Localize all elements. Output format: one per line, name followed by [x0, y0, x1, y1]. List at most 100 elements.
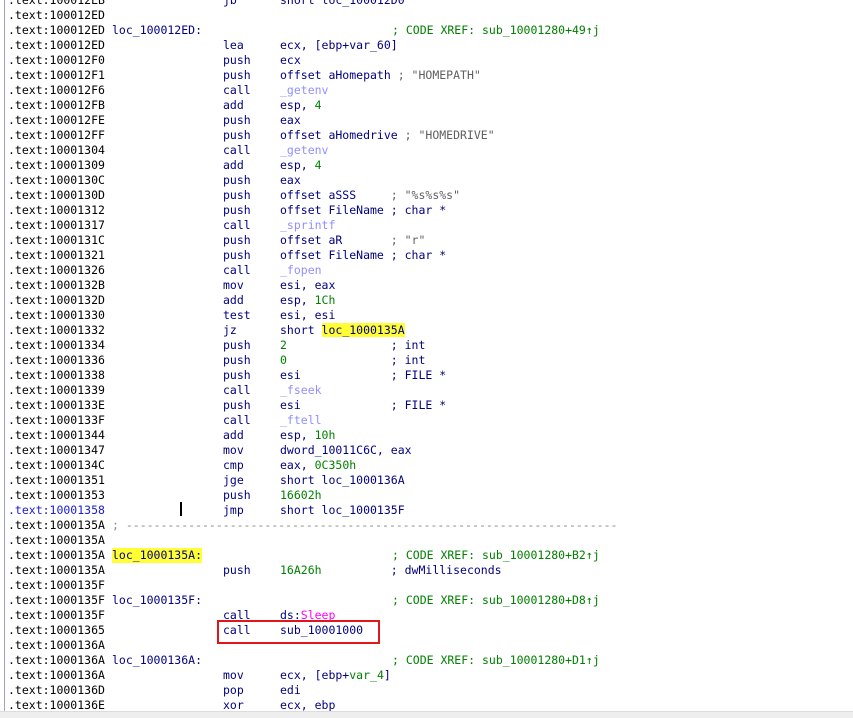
- listing-row[interactable]: .text:1000136A loc_1000136A: ; CODE XREF: …: [0, 653, 853, 668]
- listing-row[interactable]: .text:10001332 jz short loc_1000135A: [0, 323, 853, 338]
- operand-part: short loc_100012D0: [280, 0, 405, 7]
- operand-part: ; dwMilliseconds: [390, 563, 502, 577]
- import-ref[interactable]: _getenv: [280, 143, 328, 157]
- address: .text:1000136A: [8, 638, 105, 652]
- listing-row[interactable]: .text:10001336 push 0 ; int: [0, 353, 853, 368]
- listing-row[interactable]: .text:10001304 call _getenv: [0, 143, 853, 158]
- listing-row[interactable]: .text:1000135A ; ------------------------…: [0, 518, 853, 533]
- listing-row[interactable]: .text:1000133F call _ftell: [0, 413, 853, 428]
- listing-row[interactable]: .text:1000133E push esi ; FILE *: [0, 398, 853, 413]
- listing-row[interactable]: .text:10001353 push 16602h: [0, 488, 853, 503]
- address: .text:100012FB: [8, 98, 105, 112]
- address: .text:1000132B: [8, 278, 105, 292]
- listing-row[interactable]: .text:1000131C push offset aR ; "r": [0, 233, 853, 248]
- listing-row[interactable]: .text:100012ED loc_100012ED: ; CODE XREF: …: [0, 23, 853, 38]
- listing-row[interactable]: .text:10001334 push 2 ; int: [0, 338, 853, 353]
- address: .text:10001351: [8, 473, 105, 487]
- listing-row[interactable]: .text:10001358 jmp short loc_1000135F: [0, 503, 853, 518]
- listing-row[interactable]: .text:100012ED lea ecx, [ebp+var_60]: [0, 38, 853, 53]
- listing-row[interactable]: .text:1000132B mov esi, eax: [0, 278, 853, 293]
- listing-row[interactable]: .text:10001338 push esi ; FILE *: [0, 368, 853, 383]
- import-ref[interactable]: _fseek: [280, 383, 322, 397]
- listing-row[interactable]: .text:1000134C cmp eax, 0C350h: [0, 458, 853, 473]
- listing-row[interactable]: .text:10001312 push offset FileName ; char…: [0, 203, 853, 218]
- listing-row[interactable]: .text:100012F0 push ecx: [0, 53, 853, 68]
- operand-part: esp,: [280, 158, 315, 172]
- code-label[interactable]: loc_1000136A:: [112, 653, 202, 668]
- instruction-operands: esp, 1Ch: [280, 293, 335, 308]
- listing-row[interactable]: .text:100012F6 call _getenv: [0, 83, 853, 98]
- address: .text:10001330: [8, 308, 105, 322]
- operand-part: ; "r": [390, 233, 426, 247]
- address: .text:100012ED: [8, 23, 105, 37]
- import-ref[interactable]: _getenv: [280, 83, 328, 97]
- listing-row[interactable]: .text:1000136D pop edi: [0, 683, 853, 698]
- instruction-mnemonic: push: [223, 338, 251, 352]
- listing-row[interactable]: .text:1000130C push eax: [0, 173, 853, 188]
- code-label[interactable]: loc_100012ED:: [112, 23, 202, 38]
- address: .text:10001353: [8, 488, 105, 502]
- address: .text:1000135A: [8, 518, 105, 532]
- instruction-mnemonic: pop: [223, 683, 244, 697]
- instruction-mnemonic: jb: [223, 0, 237, 7]
- listing-row[interactable]: .text:10001326 call _fopen: [0, 263, 853, 278]
- listing-row[interactable]: .text:1000135A push 16A26h ; dwMillisecond…: [0, 563, 853, 578]
- xref-comment: ; CODE XREF: sub_10001280+B2↑j: [392, 548, 600, 562]
- listing-row[interactable]: .text:10001309 add esp, 4: [0, 158, 853, 173]
- operand-part: ; "HOMEPATH": [397, 68, 481, 82]
- import-ref[interactable]: _sprintf: [280, 218, 335, 232]
- address: .text:10001334: [8, 338, 105, 352]
- address: .text:1000131C: [8, 233, 105, 247]
- address: .text:1000133F: [8, 413, 105, 427]
- disassembly-listing[interactable]: .text:100012EB jb short loc_100012D0 .text:…: [0, 0, 853, 711]
- operand-part: eax,: [280, 458, 315, 472]
- listing-row[interactable]: .text:1000136A: [0, 638, 853, 653]
- operand-part: 1Ch: [314, 293, 336, 307]
- instruction-mnemonic: xor: [223, 698, 244, 711]
- listing-row[interactable]: .text:1000132D add esp, 1Ch: [0, 293, 853, 308]
- listing-row[interactable]: .text:10001339 call _fseek: [0, 383, 853, 398]
- listing-row[interactable]: .text:1000130D push offset aSSS ; "%s%s%s": [0, 188, 853, 203]
- listing-row[interactable]: .text:100012FF push offset aHomedrive ; "H…: [0, 128, 853, 143]
- operand-part: 2: [280, 338, 391, 352]
- listing-row[interactable]: .text:100012ED: [0, 8, 853, 23]
- listing-row[interactable]: .text:1000135F: [0, 578, 853, 593]
- listing-row[interactable]: .text:10001351 jge short loc_1000136A: [0, 473, 853, 488]
- listing-row[interactable]: .text:100012F1 push offset aHomepath ; "HO…: [0, 68, 853, 83]
- instruction-operands: _fseek: [280, 383, 322, 398]
- address: .text:100012F1: [8, 68, 105, 82]
- address: .text:100012ED: [8, 8, 105, 22]
- instruction-operands: esp, 4: [280, 158, 322, 173]
- listing-row[interactable]: .text:1000135F loc_1000135F: ; CODE XREF: …: [0, 593, 853, 608]
- listing-row[interactable]: .text:100012FB add esp, 4: [0, 98, 853, 113]
- listing-row[interactable]: .text:1000135A loc_1000135A: ; CODE XREF: …: [0, 548, 853, 563]
- code-label[interactable]: loc_1000135A:: [112, 548, 203, 563]
- address: .text:10001358: [8, 503, 105, 517]
- listing-row[interactable]: .text:1000135A: [0, 533, 853, 548]
- listing-row[interactable]: .text:1000135F call ds:Sleep: [0, 608, 853, 623]
- listing-row[interactable]: .text:1000136A mov ecx, [ebp+var_4]: [0, 668, 853, 683]
- import-ref[interactable]: _ftell: [280, 413, 322, 427]
- instruction-mnemonic: push: [223, 188, 251, 202]
- operand-part: 4: [314, 98, 322, 112]
- listing-row[interactable]: .text:10001317 call _sprintf: [0, 218, 853, 233]
- listing-row[interactable]: .text:10001344 add esp, 10h: [0, 428, 853, 443]
- listing-row[interactable]: .text:10001321 push offset FileName ; char…: [0, 248, 853, 263]
- instruction-mnemonic: add: [223, 158, 244, 172]
- address: .text:100012FE: [8, 113, 105, 127]
- instruction-mnemonic: mov: [223, 668, 244, 682]
- listing-row[interactable]: .text:10001347 mov dword_10011C6C, eax: [0, 443, 853, 458]
- operand-part: offset FileName: [280, 203, 391, 217]
- instruction-mnemonic: push: [223, 53, 251, 67]
- operand-part: 0: [280, 353, 391, 367]
- listing-row[interactable]: .text:10001365 call sub_10001000: [0, 623, 853, 638]
- address: .text:10001317: [8, 218, 105, 232]
- highlighted-label-ref[interactable]: loc_1000135A: [321, 323, 405, 337]
- import-ref[interactable]: _fopen: [280, 263, 322, 277]
- listing-row[interactable]: .text:1000136E xor ecx, ebp: [0, 698, 853, 711]
- listing-row[interactable]: .text:100012EB jb short loc_100012D0: [0, 0, 853, 8]
- address: .text:1000130D: [8, 188, 105, 202]
- code-label[interactable]: loc_1000135F:: [112, 593, 202, 608]
- listing-row[interactable]: .text:10001330 test esi, esi: [0, 308, 853, 323]
- listing-row[interactable]: .text:100012FE push eax: [0, 113, 853, 128]
